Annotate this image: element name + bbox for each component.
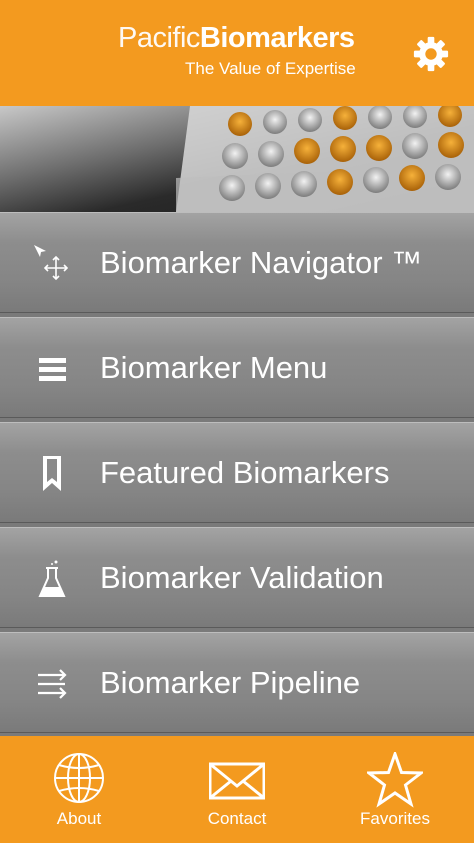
tab-favorites[interactable]: Favorites [316,736,474,843]
menu-item-biomarker-menu[interactable]: Biomarker Menu [0,317,474,418]
brand-name-bold: Biomarkers [199,22,355,54]
brand-logo: PacificBiomarkers The Value of Expertise [118,22,358,78]
menu-item-biomarker-pipeline[interactable]: Biomarker Pipeline [0,632,474,733]
tab-contact[interactable]: Contact [158,736,316,843]
menu-item-label: Featured Biomarkers [100,455,390,490]
menu-item-biomarker-validation[interactable]: Biomarker Validation [0,527,474,628]
menu-item-label: Biomarker Menu [100,350,328,385]
star-icon [367,752,423,808]
tab-label: Contact [207,809,267,828]
tab-about[interactable]: About [0,736,158,843]
globe-icon [54,753,104,803]
brand-name: PacificBiomarkers [118,22,358,54]
menu-item-label: Biomarker Pipeline [100,665,361,700]
bottom-tab-bar: About Contact Favorites [0,736,474,843]
tab-label: About [56,809,102,828]
lab-plate-photo [0,106,474,212]
gear-icon[interactable] [412,35,450,73]
menu-item-featured-biomarkers[interactable]: Featured Biomarkers [0,422,474,523]
menu-item-biomarker-navigator[interactable]: Biomarker Navigator ™ [0,212,474,313]
main-menu: Biomarker Navigator ™ Biomarker Menu Fea… [0,212,474,736]
envelope-icon [209,762,265,800]
pipeline-arrows-icon [38,669,67,699]
bookmark-icon [43,456,61,491]
menu-lines-icon [39,358,66,381]
brand-tagline: The Value of Expertise [185,59,356,78]
navigator-move-icon [34,245,69,281]
menu-item-label: Biomarker Navigator ™ [100,245,423,280]
header-bar: PacificBiomarkers The Value of Expertise [0,0,474,106]
menu-item-label: Biomarker Validation [100,560,384,595]
flask-icon [38,560,66,597]
tab-label: Favorites [360,809,430,828]
app-screen: PacificBiomarkers The Value of Expertise [0,0,474,843]
brand-name-light: Pacific [118,22,200,54]
banner-image [0,106,474,212]
